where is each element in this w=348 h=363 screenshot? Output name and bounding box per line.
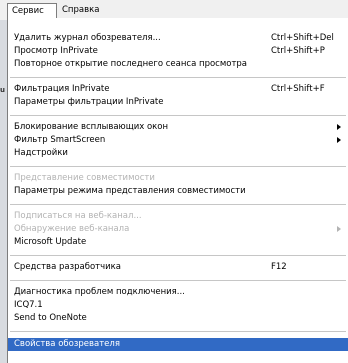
- menu-item-compatibility-view[interactable]: Представление совместимости: [8, 172, 348, 185]
- menu-item-label: Просмотр InPrivate: [14, 46, 98, 56]
- menu-separator: [10, 255, 346, 256]
- menu-separator: [10, 166, 346, 167]
- submenu-arrow-icon: [337, 137, 341, 143]
- menu-item-label: ICQ7.1: [14, 300, 43, 310]
- menu-item-compatibility-view-settings[interactable]: Параметры режима представления совместим…: [8, 185, 348, 198]
- menu-item-popup-blocker[interactable]: Блокирование всплывающих окон: [8, 121, 348, 134]
- menu-item-label: Параметры режима представления совместим…: [14, 186, 246, 196]
- menu-item-developer-tools[interactable]: Средства разработчика F12: [8, 261, 348, 274]
- menu-item-connection-diagnostics[interactable]: Диагностика проблем подключения...: [8, 286, 348, 299]
- menu-separator: [10, 115, 346, 116]
- menu-item-label: Диагностика проблем подключения...: [14, 287, 185, 297]
- menu-item-label: Надстройки: [14, 148, 68, 158]
- menu-separator: [10, 331, 346, 332]
- menu-separator: [10, 280, 346, 281]
- menu-item-shortcut: Ctrl+Shift+Del: [271, 33, 334, 43]
- menu-item-label: Блокирование всплывающих окон: [14, 122, 169, 132]
- menu-item-label: Microsoft Update: [14, 237, 87, 247]
- menu-item-label: Параметры фильтрации InPrivate: [14, 97, 164, 107]
- menu-item-label: Средства разработчика: [14, 262, 121, 272]
- menu-item-microsoft-update[interactable]: Microsoft Update: [8, 236, 348, 249]
- menu-item-label: Представление совместимости: [14, 173, 155, 183]
- menu-item-label: Фильтр SmartScreen: [14, 135, 106, 145]
- menu-item-label: Свойства обозревателя: [14, 339, 120, 349]
- menu-item-smartscreen-filter[interactable]: Фильтр SmartScreen: [8, 134, 348, 147]
- menu-item-label: Фильтрация InPrivate: [14, 84, 110, 94]
- submenu-arrow-icon: [337, 124, 341, 130]
- service-dropdown-menu: Удалить журнал обозревателя... Ctrl+Shif…: [7, 18, 348, 363]
- menu-separator: [10, 204, 346, 205]
- menu-item-shortcut: Ctrl+Shift+F: [271, 84, 325, 94]
- menu-item-label: Удалить журнал обозревателя...: [14, 33, 161, 43]
- menu-separator: [10, 77, 346, 78]
- menu-service[interactable]: Сервис: [7, 3, 57, 18]
- menu-item-inprivate-browsing[interactable]: Просмотр InPrivate Ctrl+Shift+P: [8, 45, 348, 58]
- menu-item-shortcut: Ctrl+Shift+P: [271, 46, 325, 56]
- menu-item-label: Обнаружение веб-канала: [14, 224, 130, 234]
- submenu-arrow-icon: [337, 226, 341, 232]
- menu-item-add-ons[interactable]: Надстройки: [8, 147, 348, 160]
- menu-item-feed-discovery[interactable]: Обнаружение веб-канала: [8, 223, 348, 236]
- menu-item-inprivate-filtering[interactable]: Фильтрация InPrivate Ctrl+Shift+F: [8, 83, 348, 96]
- menu-item-inprivate-filter-settings[interactable]: Параметры фильтрации InPrivate: [8, 96, 348, 109]
- menu-item-shortcut: F12: [271, 262, 287, 272]
- menu-item-label: Подписаться на веб-канал...: [14, 211, 142, 221]
- background-text-fragment: u: [0, 86, 5, 94]
- menu-item-subscribe-feed[interactable]: Подписаться на веб-канал...: [8, 210, 348, 223]
- menu-item-icq[interactable]: ICQ7.1: [8, 299, 348, 312]
- menu-item-label: Send to OneNote: [14, 313, 87, 323]
- menu-item-reopen-last-session[interactable]: Повторное открытие последнего сеанса про…: [8, 58, 348, 71]
- background-window-edge: u: [0, 20, 7, 363]
- menu-item-delete-history[interactable]: Удалить журнал обозревателя... Ctrl+Shif…: [8, 32, 348, 45]
- menu-item-internet-options[interactable]: Свойства обозревателя: [8, 338, 348, 351]
- menu-item-label: Повторное открытие последнего сеанса про…: [14, 59, 248, 69]
- menu-item-send-to-onenote[interactable]: Send to OneNote: [8, 312, 348, 325]
- menu-help[interactable]: Справка: [58, 3, 103, 18]
